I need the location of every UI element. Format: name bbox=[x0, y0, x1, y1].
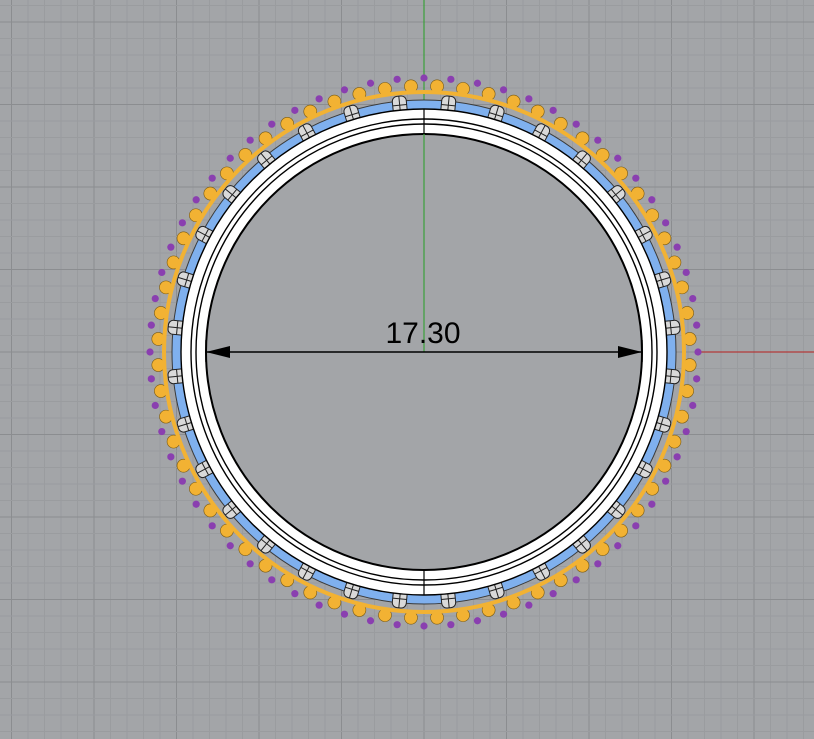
accent-bead bbox=[315, 601, 323, 609]
accent-bead bbox=[694, 348, 702, 356]
accent-bead bbox=[549, 590, 557, 598]
accent-bead bbox=[147, 321, 155, 329]
accent-bead bbox=[291, 590, 299, 598]
dimension-value-label[interactable]: 17.30 bbox=[385, 317, 460, 350]
accent-bead bbox=[420, 74, 428, 82]
accent-bead bbox=[673, 243, 681, 251]
accent-bead bbox=[648, 196, 656, 204]
accent-bead bbox=[208, 522, 216, 530]
accent-bead bbox=[226, 542, 234, 550]
accent-bead bbox=[178, 219, 186, 227]
accent-bead bbox=[499, 610, 508, 618]
accent-bead bbox=[689, 294, 697, 303]
accent-bead bbox=[226, 154, 234, 162]
accent-bead bbox=[147, 375, 155, 383]
accent-bead bbox=[315, 95, 323, 103]
accent-bead bbox=[632, 522, 640, 530]
cad-viewport[interactable]: 17.30 bbox=[0, 0, 814, 739]
accent-bead bbox=[268, 576, 276, 584]
accent-bead bbox=[208, 174, 216, 182]
accent-bead bbox=[525, 95, 533, 103]
accent-bead bbox=[648, 500, 656, 508]
accent-bead bbox=[473, 79, 482, 87]
accent-bead bbox=[151, 401, 159, 410]
accent-bead bbox=[291, 106, 299, 114]
accent-bead bbox=[268, 120, 276, 128]
accent-bead bbox=[393, 75, 401, 83]
accent-bead bbox=[549, 106, 557, 114]
accent-bead bbox=[572, 576, 580, 584]
accent-bead bbox=[340, 86, 349, 94]
accent-bead bbox=[693, 321, 701, 329]
accent-bead bbox=[158, 427, 166, 436]
accent-bead bbox=[393, 621, 401, 629]
accent-bead bbox=[473, 617, 482, 625]
accent-bead bbox=[682, 268, 690, 277]
accent-bead bbox=[499, 86, 508, 94]
top-view-canvas[interactable]: 17.30 bbox=[0, 0, 814, 739]
accent-bead bbox=[167, 243, 175, 251]
accent-bead bbox=[366, 617, 375, 625]
accent-bead bbox=[366, 79, 375, 87]
accent-bead bbox=[447, 75, 455, 83]
accent-bead bbox=[340, 610, 349, 618]
accent-bead bbox=[151, 294, 159, 303]
accent-bead bbox=[689, 401, 697, 410]
accent-bead bbox=[614, 154, 622, 162]
accent-bead bbox=[178, 477, 186, 485]
accent-bead bbox=[167, 453, 175, 461]
accent-bead bbox=[192, 196, 200, 204]
accent-bead bbox=[594, 136, 602, 144]
accent-bead bbox=[662, 477, 670, 485]
accent-bead bbox=[662, 219, 670, 227]
accent-bead bbox=[693, 375, 701, 383]
accent-bead bbox=[682, 427, 690, 436]
accent-bead bbox=[594, 560, 602, 568]
accent-bead bbox=[673, 453, 681, 461]
accent-bead bbox=[146, 348, 154, 356]
accent-bead bbox=[246, 136, 254, 144]
accent-bead bbox=[614, 542, 622, 550]
accent-bead bbox=[632, 174, 640, 182]
accent-bead bbox=[158, 268, 166, 277]
accent-bead bbox=[420, 622, 428, 630]
accent-bead bbox=[572, 120, 580, 128]
accent-bead bbox=[192, 500, 200, 508]
accent-bead bbox=[246, 560, 254, 568]
accent-bead bbox=[447, 621, 455, 629]
accent-bead bbox=[525, 601, 533, 609]
